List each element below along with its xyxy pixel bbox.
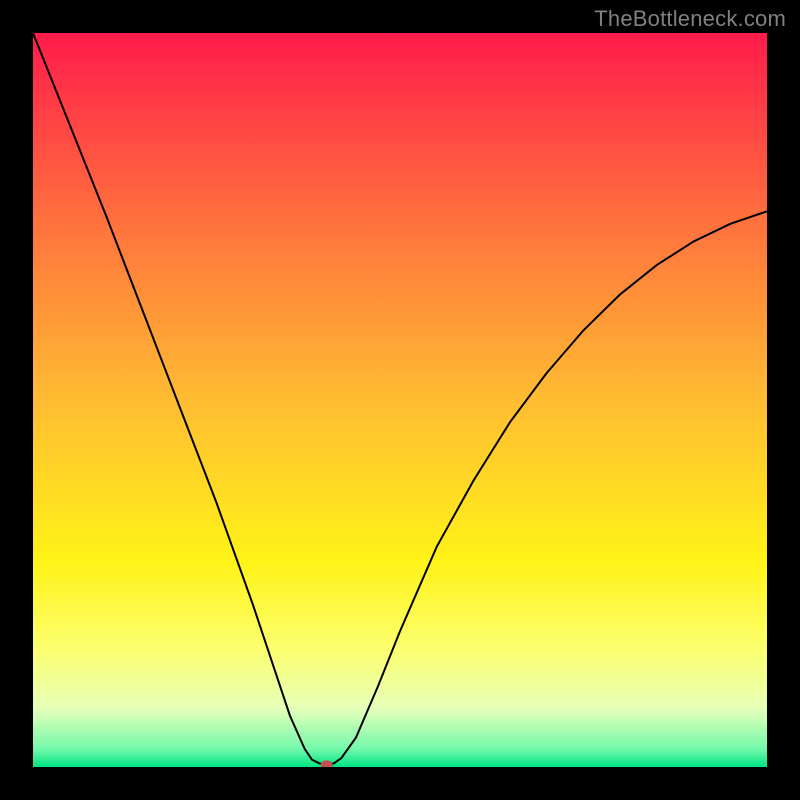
- gradient-background: [33, 33, 767, 767]
- plot-svg: [33, 33, 767, 767]
- watermark-text: TheBottleneck.com: [594, 6, 786, 32]
- plot-area: [33, 33, 767, 767]
- chart-frame: TheBottleneck.com: [0, 0, 800, 800]
